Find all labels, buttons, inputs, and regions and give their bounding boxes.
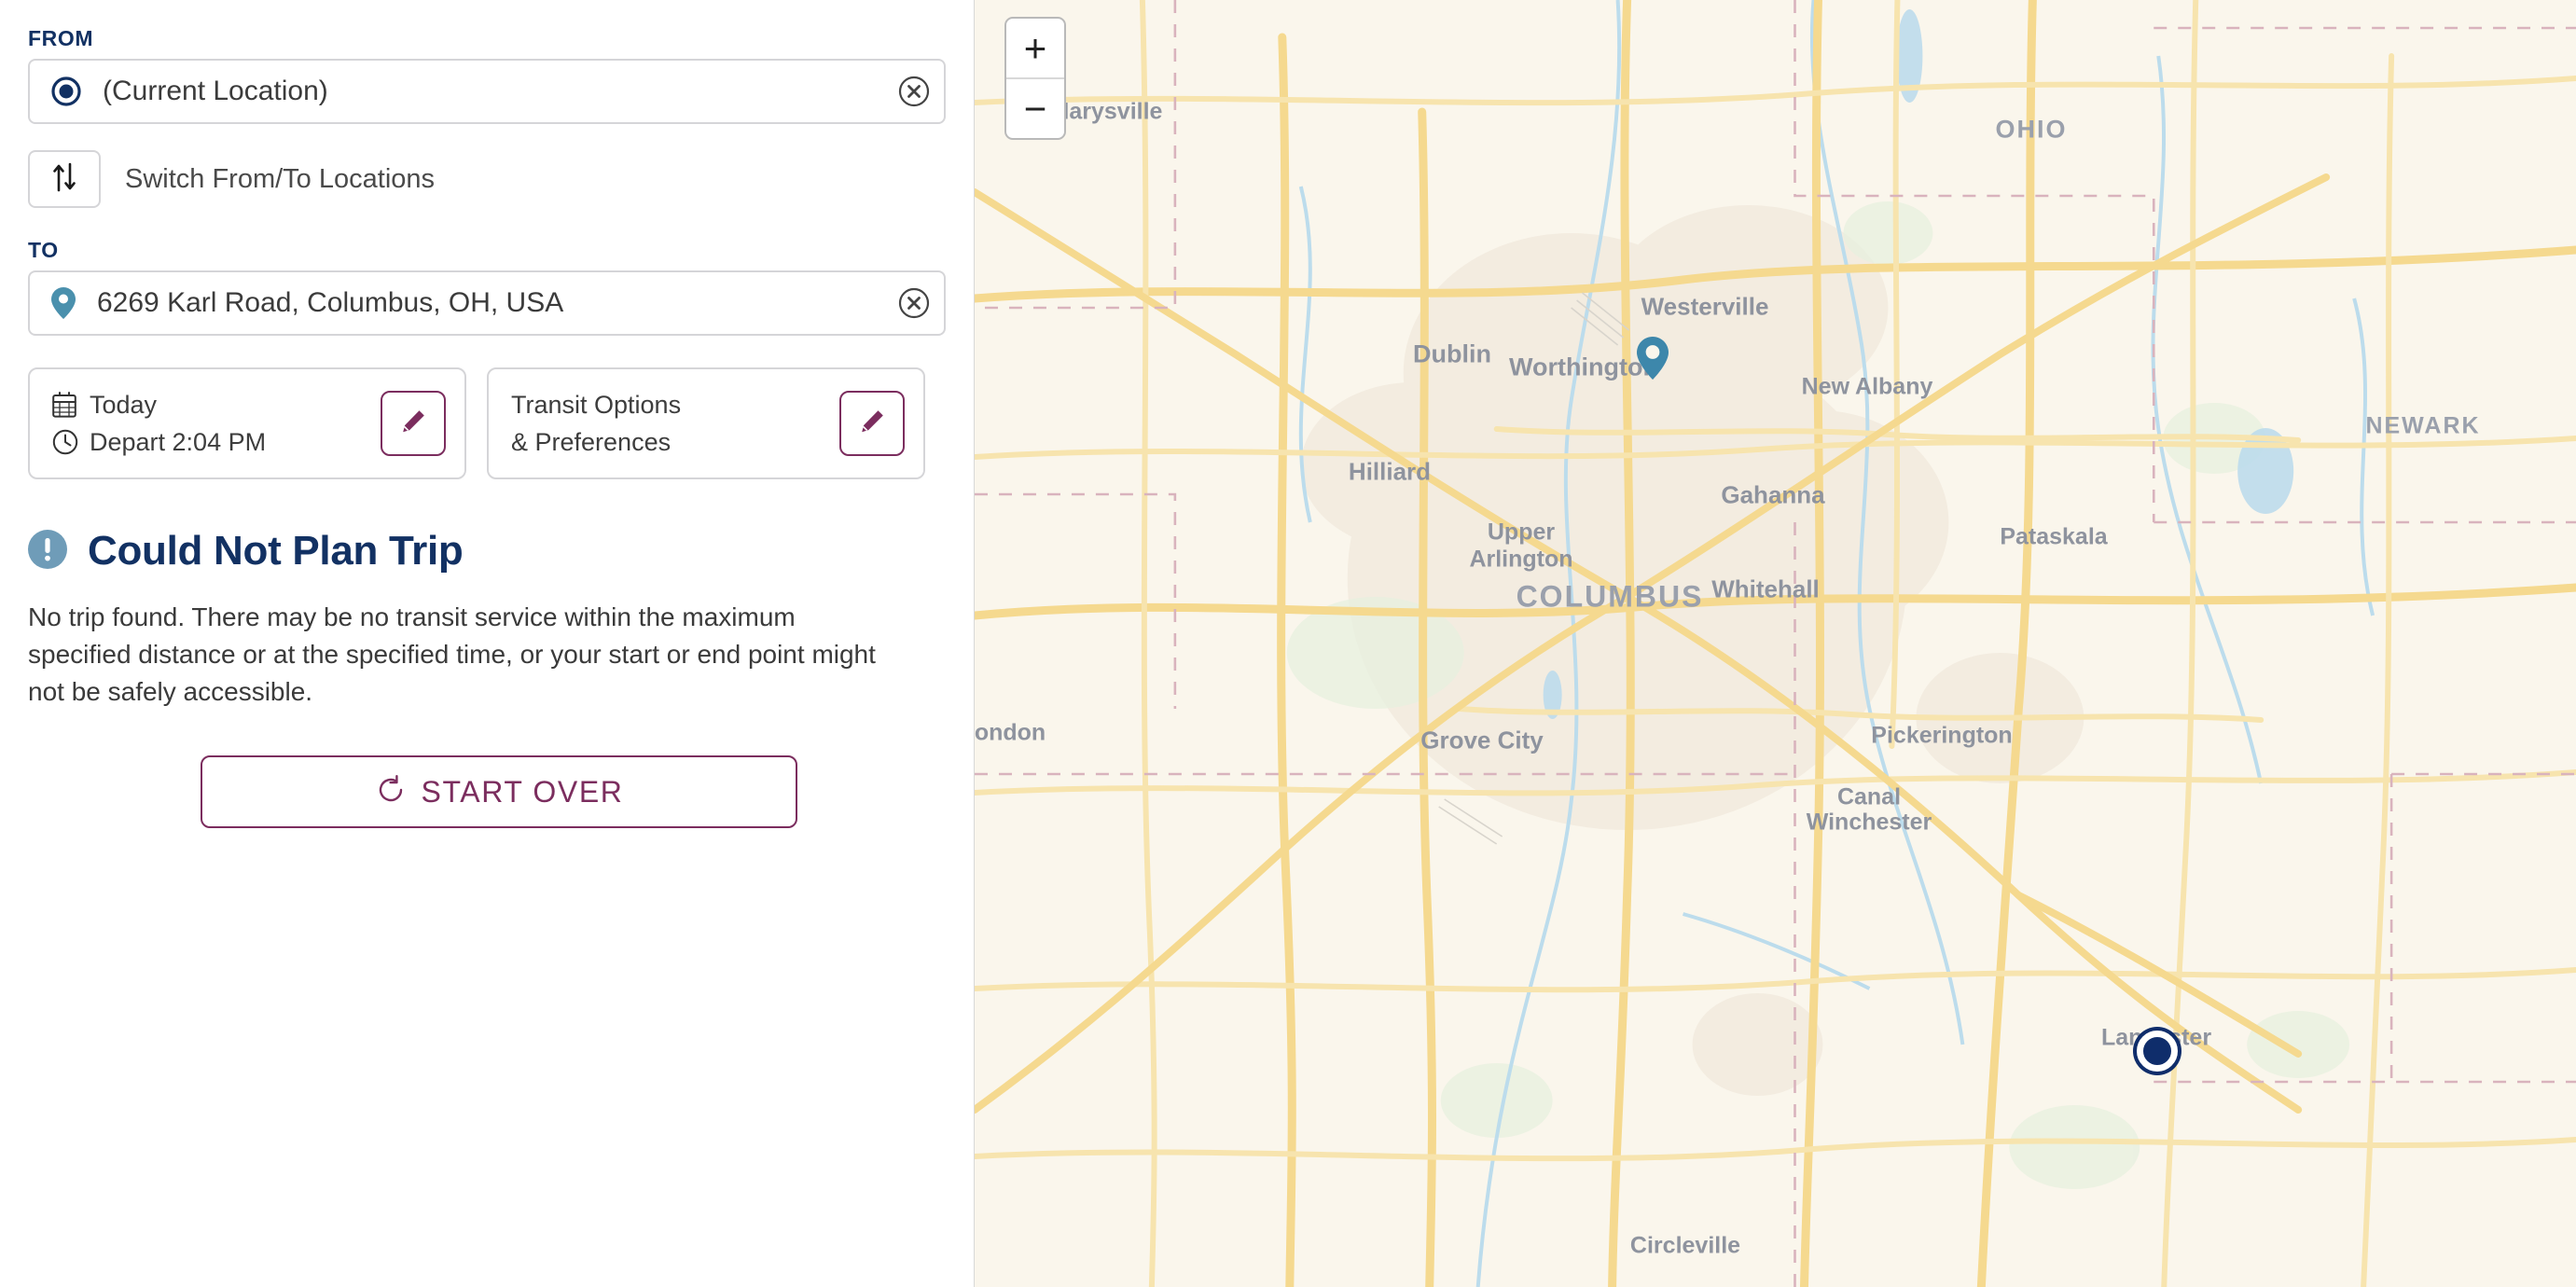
datetime-card[interactable]: Today Depart 2:04 PM <box>28 367 466 479</box>
current-location-dot-icon[interactable] <box>2137 1031 2178 1072</box>
datetime-card-lines: Today Depart 2:04 PM <box>52 386 381 461</box>
map-label: Winchester <box>1806 809 1932 836</box>
datetime-date-row: Today <box>52 386 381 423</box>
from-clear-button[interactable] <box>897 75 931 108</box>
map-label: Pataskala <box>2000 523 2108 550</box>
pencil-edit-icon <box>399 408 427 440</box>
transit-options-card-lines: Transit Options & Preferences <box>511 386 839 461</box>
map-label: Hilliard <box>1348 457 1432 486</box>
map-label: Canal <box>1836 783 1902 810</box>
trip-planner-app: FROM (Current Location) Switch From/To L… <box>0 0 2576 1287</box>
map-label: OHIO <box>1995 115 2068 144</box>
map-label: Arlington <box>1469 546 1573 573</box>
switch-locations-row: Switch From/To Locations <box>28 150 946 208</box>
to-field-label: TO <box>28 238 59 262</box>
from-field-label: FROM <box>28 26 94 50</box>
map-label: Marysville <box>1049 98 1163 125</box>
error-message: No trip found. There may be no transit s… <box>28 602 876 706</box>
map-zoom-controls[interactable]: + − <box>1004 17 1066 140</box>
start-over-button[interactable]: START OVER <box>201 755 797 828</box>
refresh-restart-icon <box>375 774 407 810</box>
error-title: Could Not Plan Trip <box>88 528 464 574</box>
transit-options-line-2: & Preferences <box>511 428 672 456</box>
current-location-radio-icon <box>50 76 82 107</box>
map-label: Circleville <box>1629 1232 1741 1259</box>
switch-locations-label: Switch From/To Locations <box>125 163 436 194</box>
error-heading: Could Not Plan Trip <box>28 528 946 574</box>
map-label: NEWARK <box>2365 412 2481 439</box>
map-pin-icon <box>50 286 76 320</box>
map-zoom-in-button[interactable]: + <box>1006 19 1064 77</box>
map-label: Pickerington <box>1871 722 2013 749</box>
pencil-edit-icon <box>858 408 886 440</box>
map-label: Gahanna <box>1721 480 1825 509</box>
map-label: ondon <box>974 719 1046 746</box>
map-label: Upper <box>1487 519 1556 546</box>
map-label: Dublin <box>1413 339 1491 368</box>
trip-settings-cards: Today Depart 2:04 PM Transit Options & P… <box>28 367 946 479</box>
map-label: COLUMBUS <box>1516 579 1704 614</box>
start-over-label: START OVER <box>421 774 624 809</box>
calendar-icon <box>52 392 84 418</box>
datetime-date-label: Today <box>90 391 158 419</box>
map-label: Grove City <box>1420 726 1544 754</box>
map-tiles <box>975 0 2576 1287</box>
edit-transit-options-button[interactable] <box>839 391 905 456</box>
map-label: Westerville <box>1641 292 1769 321</box>
from-input-value: (Current Location) <box>103 76 328 106</box>
switch-locations-button[interactable] <box>28 150 101 208</box>
to-clear-button[interactable] <box>897 286 931 320</box>
transit-options-line-1: Transit Options <box>511 391 682 419</box>
datetime-time-row: Depart 2:04 PM <box>52 423 381 461</box>
map-view[interactable]: + − DELAWAREMarysvilleOHIOWestervilleDub… <box>974 0 2576 1287</box>
map-zoom-out-button[interactable]: − <box>1006 79 1064 138</box>
map-label: New Albany <box>1801 373 1933 400</box>
clock-icon <box>52 429 84 455</box>
to-input-value: 6269 Karl Road, Columbus, OH, USA <box>97 287 564 318</box>
trip-planner-panel: FROM (Current Location) Switch From/To L… <box>0 0 974 1287</box>
map-label: Whitehall <box>1711 574 1820 603</box>
transit-options-card[interactable]: Transit Options & Preferences <box>487 367 925 479</box>
from-input[interactable]: (Current Location) <box>28 59 946 124</box>
to-input[interactable]: 6269 Karl Road, Columbus, OH, USA <box>28 270 946 336</box>
swap-vertical-arrows-icon <box>50 161 78 198</box>
destination-pin-icon[interactable] <box>1636 336 1669 385</box>
datetime-time-label: Depart 2:04 PM <box>90 428 267 456</box>
exclamation-circle-icon <box>28 529 67 574</box>
edit-datetime-button[interactable] <box>381 391 446 456</box>
